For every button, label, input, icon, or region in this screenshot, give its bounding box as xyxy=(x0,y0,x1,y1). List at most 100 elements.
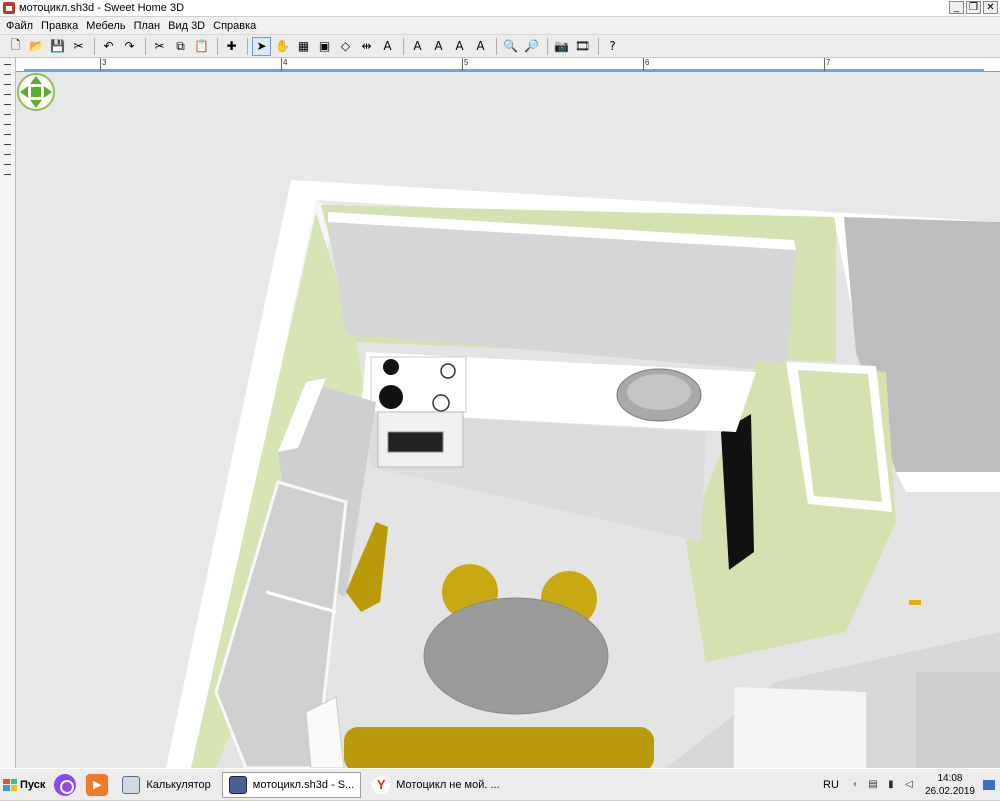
language-indicator[interactable]: RU xyxy=(823,779,839,791)
ruler-label: 7 xyxy=(826,58,831,67)
power-icon[interactable]: ▮ xyxy=(885,779,897,791)
new-icon[interactable]: 🗋 xyxy=(6,37,25,56)
notifications-icon[interactable] xyxy=(983,780,995,790)
3d-view[interactable] xyxy=(16,72,1000,768)
ruler-tick xyxy=(4,164,11,165)
redo-icon[interactable]: ↷ xyxy=(120,37,139,56)
ruler-tick xyxy=(4,174,11,175)
toolbar-separator xyxy=(547,37,548,55)
add-text-icon[interactable]: A xyxy=(378,37,397,56)
copy-icon[interactable]: ⧉ xyxy=(171,37,190,56)
ruler-tick xyxy=(4,144,11,145)
title-bar: мотоцикл.sh3d - Sweet Home 3D _ ❐ ✕ xyxy=(0,0,1000,17)
create-photo-icon[interactable]: 📷 xyxy=(552,37,571,56)
ruler-tick xyxy=(824,58,825,71)
create-polylines-icon[interactable]: ◇ xyxy=(336,37,355,56)
toolbar-separator xyxy=(94,37,95,55)
start-label: Пуск xyxy=(20,778,46,791)
calculator-icon xyxy=(122,775,141,794)
create-video-icon[interactable]: 🎞 xyxy=(573,37,592,56)
vertical-ruler xyxy=(0,58,16,768)
toolbar-separator xyxy=(145,37,146,55)
select-icon[interactable]: ➤ xyxy=(252,36,271,56)
save-icon[interactable]: 💾 xyxy=(48,37,67,56)
burner-2 xyxy=(379,385,403,409)
ruler-label: 6 xyxy=(645,58,650,67)
sweet-home-3d-icon xyxy=(3,2,15,14)
clock-time: 14:08 xyxy=(937,773,963,784)
menu-3d-view[interactable]: Вид 3D xyxy=(164,20,209,32)
sweet-home-3d-icon xyxy=(228,775,247,794)
add-furniture-icon[interactable]: ✚ xyxy=(222,37,241,56)
task-label: Калькулятор xyxy=(146,778,211,791)
menu-bar: Файл Правка Мебель План Вид 3D Справка xyxy=(0,17,1000,35)
menu-help[interactable]: Справка xyxy=(209,20,260,32)
open-icon[interactable]: 📂 xyxy=(27,37,46,56)
clock[interactable]: 14:08 26.02.2019 xyxy=(925,772,975,798)
ruler-label: 4 xyxy=(283,58,288,67)
alice-assistant-icon[interactable] xyxy=(51,771,79,799)
ruler-tick xyxy=(4,114,11,115)
zoom-out-icon[interactable]: 🔎 xyxy=(522,37,541,56)
clock-date: 26.02.2019 xyxy=(924,786,975,797)
maximize-button[interactable]: ❐ xyxy=(966,1,981,14)
small-yellow-object xyxy=(909,600,921,605)
volume-icon[interactable]: ◁ xyxy=(903,779,915,791)
3d-navigation-arrows-icon[interactable] xyxy=(16,72,56,112)
sink-bowl xyxy=(627,374,691,410)
stove-window xyxy=(387,431,444,453)
task-calculator[interactable]: Калькулятор xyxy=(115,772,217,798)
minimize-button[interactable]: _ xyxy=(949,1,964,14)
text-bold-icon[interactable]: A xyxy=(450,37,469,56)
undo-icon[interactable]: ↶ xyxy=(99,37,118,56)
menu-plan[interactable]: План xyxy=(130,20,165,32)
horizontal-ruler: 3 4 5 6 7 xyxy=(16,58,1000,72)
right-cabinet-top xyxy=(896,472,1000,492)
task-label: Мотоцикл не мой. ... xyxy=(396,778,500,791)
task-yandex-browser[interactable]: Y Мотоцикл не мой. ... xyxy=(365,772,506,798)
text-italic-icon[interactable]: A xyxy=(471,37,490,56)
ruler-tick xyxy=(100,58,101,71)
ruler-selection-marker xyxy=(24,69,984,71)
right-room-block xyxy=(916,672,1000,768)
ruler-tick xyxy=(4,104,11,105)
text-style-up-icon[interactable]: A xyxy=(408,37,427,56)
ruler-tick xyxy=(643,58,644,71)
create-dimensions-icon[interactable]: ⇹ xyxy=(357,37,376,56)
menu-furniture[interactable]: Мебель xyxy=(82,20,129,32)
toolbar-separator xyxy=(247,37,248,55)
toolbar-separator xyxy=(217,37,218,55)
ruler-tick xyxy=(4,124,11,125)
task-sweet-home-3d[interactable]: мотоцикл.sh3d - S... xyxy=(221,771,362,798)
3d-scene xyxy=(166,180,1000,768)
task-label: мотоцикл.sh3d - S... xyxy=(252,778,355,791)
burner-1 xyxy=(383,359,399,375)
pan-icon[interactable]: ✋ xyxy=(273,37,292,56)
menu-edit[interactable]: Правка xyxy=(37,20,82,32)
media-player-icon[interactable]: ▶ xyxy=(83,771,111,799)
menu-file[interactable]: Файл xyxy=(2,20,37,32)
ruler-tick xyxy=(4,94,11,95)
toolbar: 🗋 📂 💾 ✂ ↶ ↷ ✂ ⧉ 📋 ✚ ➤ ✋ ▦ ▣ ◇ ⇹ A A A A A 🔍 🔎 📷 🎞? xyxy=(0,35,1000,58)
text-style-down-icon[interactable]: A xyxy=(429,37,448,56)
ruler-tick xyxy=(281,58,282,71)
ruler-tick xyxy=(4,134,11,135)
help-icon[interactable]: ? xyxy=(603,37,622,56)
close-button[interactable]: ✕ xyxy=(983,1,998,14)
cut-icon[interactable]: ✂ xyxy=(150,37,169,56)
ruler-tick xyxy=(4,64,11,65)
network-icon[interactable]: ▤ xyxy=(867,779,879,791)
create-rooms-icon[interactable]: ▣ xyxy=(315,37,334,56)
paste-icon[interactable]: 📋 xyxy=(192,37,211,56)
toolbar-separator xyxy=(496,37,497,55)
create-walls-icon[interactable]: ▦ xyxy=(294,37,313,56)
zoom-in-icon[interactable]: 🔍 xyxy=(501,37,520,56)
chevron-up-icon[interactable]: ‹ xyxy=(849,779,861,791)
window-title: мотоцикл.sh3d - Sweet Home 3D xyxy=(19,2,185,14)
dining-table xyxy=(423,597,609,715)
yandex-browser-icon: Y xyxy=(372,775,391,794)
cut-preferences-icon[interactable]: ✂ xyxy=(69,37,88,56)
windows-logo-icon xyxy=(3,778,17,791)
toolbar-separator xyxy=(403,37,404,55)
start-button[interactable]: Пуск xyxy=(0,772,51,798)
